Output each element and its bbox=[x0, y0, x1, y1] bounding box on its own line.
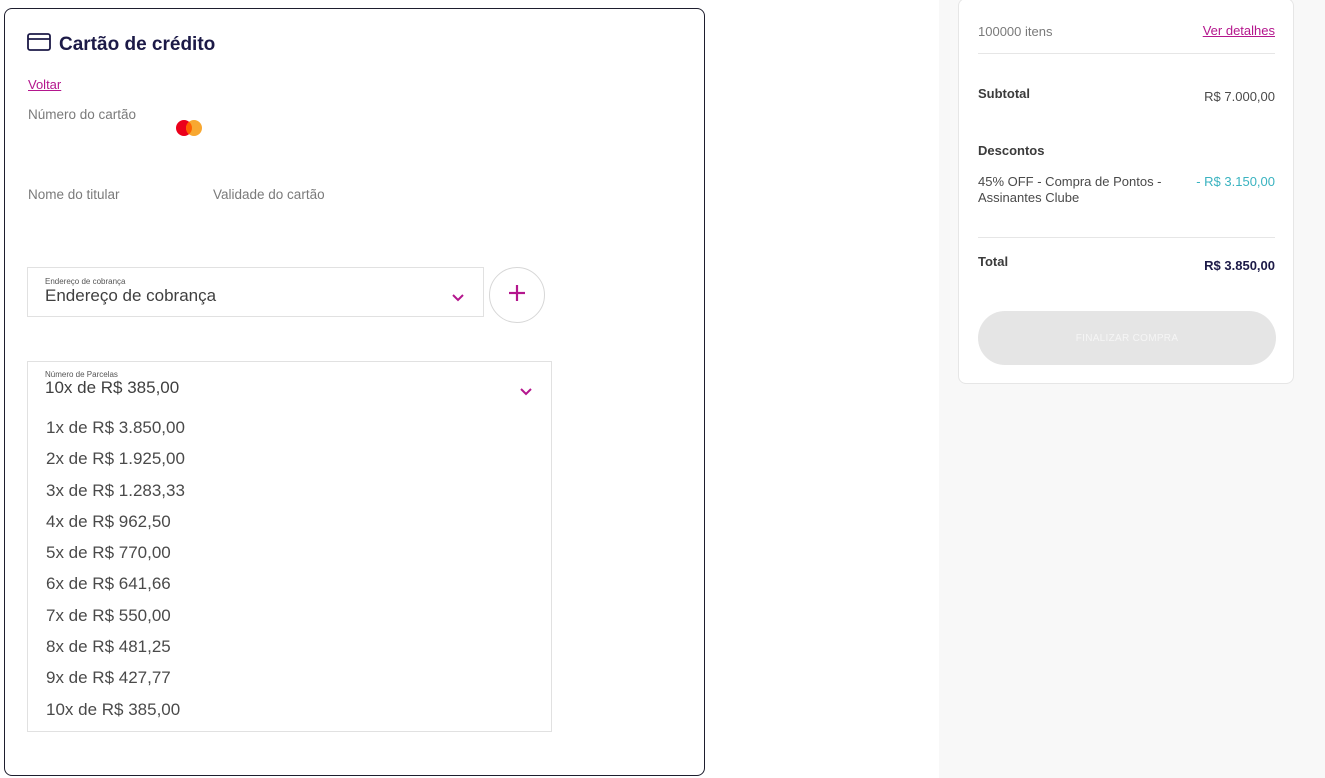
chevron-down-icon bbox=[519, 384, 533, 396]
billing-address-value: Endereço de cobrança bbox=[45, 286, 217, 305]
discounts-label: Descontos bbox=[978, 143, 1045, 158]
discount-value: - R$ 3.150,00 bbox=[1196, 174, 1275, 189]
installment-option[interactable]: 3x de R$ 1.283,33 bbox=[46, 475, 185, 506]
divider bbox=[978, 237, 1275, 238]
subtotal-value: R$ 7.000,00 bbox=[1204, 89, 1275, 104]
subtotal-label: Subtotal bbox=[978, 86, 1030, 101]
total-value: R$ 3.850,00 bbox=[1204, 258, 1275, 273]
installment-option[interactable]: 8x de R$ 481,25 bbox=[46, 631, 185, 662]
panel-title: Cartão de crédito bbox=[27, 33, 215, 56]
installment-option[interactable]: 7x de R$ 550,00 bbox=[46, 600, 185, 631]
chevron-down-icon bbox=[451, 290, 465, 302]
add-address-button[interactable] bbox=[489, 267, 545, 323]
card-number-label: Número do cartão bbox=[28, 107, 137, 122]
installments-select[interactable]: Número de Parcelas 10x de R$ 385,00 1x d… bbox=[27, 361, 552, 732]
divider bbox=[978, 53, 1275, 54]
installment-option[interactable]: 10x de R$ 385,00 bbox=[46, 694, 185, 725]
items-row: 100000 itens Ver detalhes bbox=[978, 23, 1275, 41]
installments-selected-value: 10x de R$ 385,00 bbox=[45, 378, 180, 397]
subtotal-row: Subtotal R$ 7.000,00 bbox=[978, 85, 1275, 104]
billing-address-select[interactable]: Endereço de cobrança Endereço de cobranç… bbox=[27, 267, 484, 317]
installment-option[interactable]: 4x de R$ 962,50 bbox=[46, 506, 185, 537]
installment-option[interactable]: 5x de R$ 770,00 bbox=[46, 537, 185, 568]
credit-card-panel: Cartão de crédito Voltar Número do cartã… bbox=[4, 8, 705, 776]
discounts-heading-row: Descontos bbox=[978, 142, 1275, 160]
installment-option[interactable]: 9x de R$ 427,77 bbox=[46, 662, 185, 693]
plus-icon bbox=[507, 283, 527, 308]
total-label: Total bbox=[978, 254, 1009, 269]
order-summary: 100000 itens Ver detalhes Subtotal R$ 7.… bbox=[958, 0, 1294, 384]
mastercard-icon bbox=[175, 119, 203, 137]
billing-address-small-label: Endereço de cobrança bbox=[45, 277, 126, 286]
card-expiry-label: Validade do cartão bbox=[213, 187, 325, 202]
card-holder-label: Nome do titular bbox=[28, 187, 120, 202]
items-count: 100000 itens bbox=[978, 24, 1053, 39]
total-row: Total R$ 3.850,00 bbox=[978, 253, 1275, 273]
view-details-link[interactable]: Ver detalhes bbox=[1203, 23, 1275, 38]
panel-title-text: Cartão de crédito bbox=[59, 33, 216, 55]
credit-card-icon bbox=[27, 33, 51, 56]
back-link[interactable]: Voltar bbox=[28, 77, 61, 92]
installments-options-list: 1x de R$ 3.850,00 2x de R$ 1.925,00 3x d… bbox=[46, 412, 185, 725]
installment-option[interactable]: 1x de R$ 3.850,00 bbox=[46, 412, 185, 443]
installment-option[interactable]: 6x de R$ 641,66 bbox=[46, 568, 185, 599]
finish-purchase-button[interactable]: FINALIZAR COMPRA bbox=[978, 311, 1276, 365]
discount-row: 45% OFF - Compra de Pontos - Assinantes … bbox=[978, 174, 1275, 206]
discount-description: 45% OFF - Compra de Pontos - Assinantes … bbox=[978, 174, 1162, 205]
installment-option[interactable]: 2x de R$ 1.925,00 bbox=[46, 443, 185, 474]
